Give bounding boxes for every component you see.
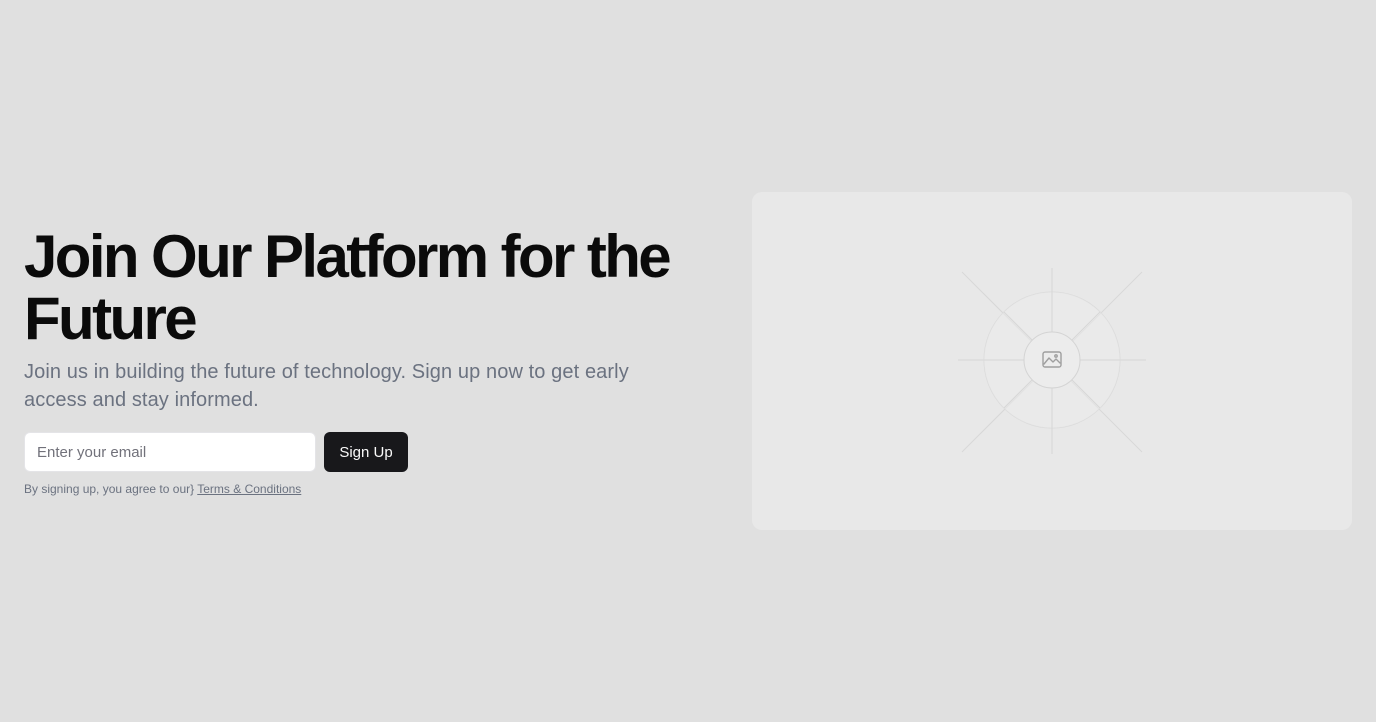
signup-form: Sign Up [24, 432, 704, 472]
sign-up-button[interactable]: Sign Up [324, 432, 408, 472]
hero-section: Join Our Platform for the Future Join us… [24, 226, 704, 497]
terms-prefix: By signing up, you agree to our} [24, 482, 195, 496]
hero-subtitle: Join us in building the future of techno… [24, 361, 629, 411]
terms-link[interactable]: Terms & Conditions [197, 482, 301, 496]
image-placeholder [752, 192, 1352, 530]
terms-notice: By signing up, you agree to our} Terms &… [24, 481, 704, 497]
email-input[interactable] [24, 432, 316, 472]
page: Join Our Platform for the Future Join us… [0, 0, 1376, 722]
hero-headline: Join Our Platform for the Future [24, 223, 672, 352]
placeholder-graphic [958, 268, 1146, 454]
